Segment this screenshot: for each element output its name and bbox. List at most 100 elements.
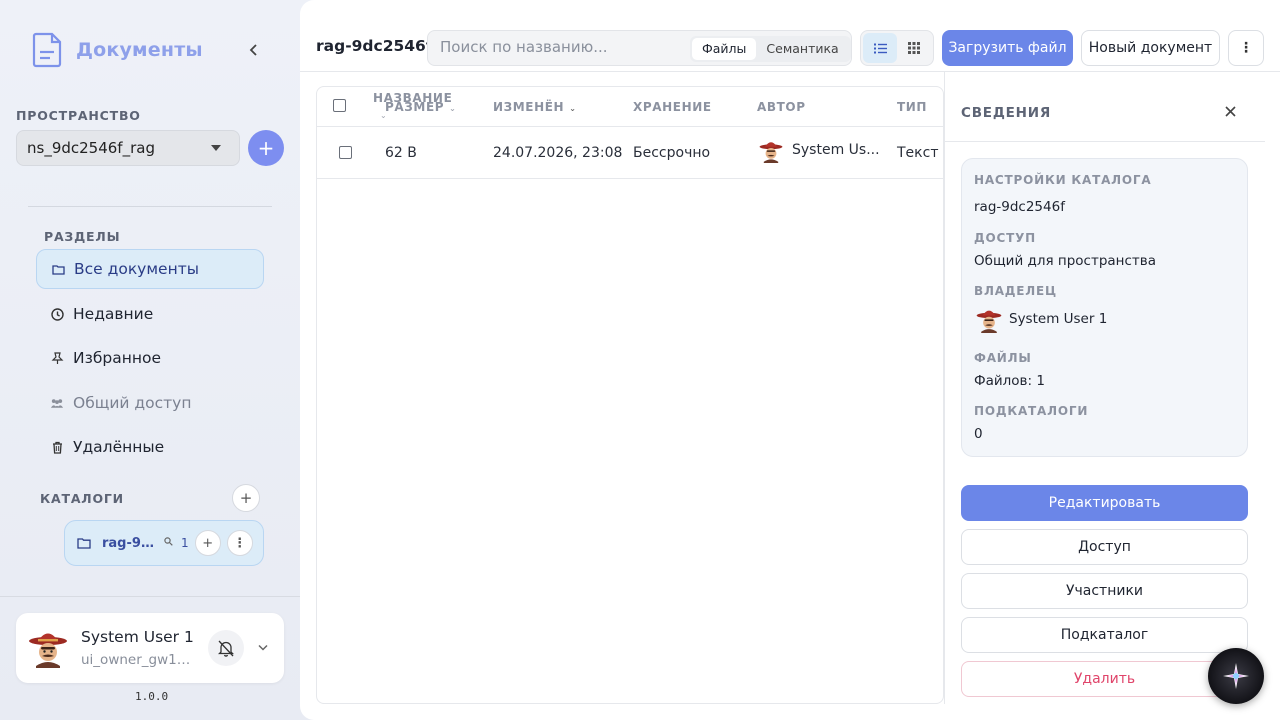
user-card[interactable]: System User 1 ui_owner_gw1@example.com: [16, 613, 284, 683]
members-button[interactable]: Участники: [961, 573, 1248, 609]
access-button[interactable]: Доступ: [961, 529, 1248, 565]
details-panel: СВЕДЕНИЯ НАСТРОЙКИ КАТАЛОГА rag-9dc2546f…: [944, 72, 1280, 704]
pin-icon: [50, 351, 64, 365]
owner-label: ВЛАДЕЛЕЦ: [974, 284, 1057, 298]
toolbar: rag-9dc2546f Файлы Семантика: [300, 0, 1280, 72]
catalog-count: 1: [181, 536, 189, 550]
search-icon: [164, 537, 173, 549]
close-details-button[interactable]: [1225, 102, 1236, 122]
space-select[interactable]: ns_9dc2546f_rag: [16, 130, 240, 166]
catalog-info-card: НАСТРОЙКИ КАТАЛОГА rag-9dc2546f ДОСТУП О…: [961, 158, 1248, 457]
more-vertical-icon: ⋮: [1239, 40, 1253, 56]
list-view-button[interactable]: [863, 33, 897, 63]
plus-icon: +: [257, 136, 275, 160]
space-label: ПРОСТРАНСТВО: [16, 108, 141, 123]
divider: [0, 596, 300, 597]
subcatalogs-label: ПОДКАТАЛОГИ: [974, 404, 1089, 418]
catalog-item[interactable]: rag-9dc2546f 1 + ⋮: [64, 520, 264, 566]
column-header-modified[interactable]: ИЗМЕНЁН ⌄: [493, 100, 577, 114]
grid-view-button[interactable]: [897, 33, 931, 63]
cell-modified: 24.07.2026, 23:08: [493, 145, 623, 161]
view-toggle: [860, 30, 934, 66]
add-space-button[interactable]: +: [248, 130, 284, 166]
sidebar-item-deleted[interactable]: Удалённые: [36, 427, 264, 467]
cell-size: 62 B: [385, 145, 417, 161]
catalog-name: rag-9dc2546f: [102, 535, 154, 551]
column-header-type[interactable]: ТИП: [897, 100, 927, 114]
avatar: [29, 633, 67, 668]
cell-author: System Us...: [792, 142, 880, 158]
main-panel: rag-9dc2546f Файлы Семантика: [300, 0, 1280, 720]
row-checkbox[interactable]: [339, 146, 352, 159]
search-box: Файлы Семантика: [427, 30, 852, 66]
search-input[interactable]: [440, 38, 680, 56]
files-value: Файлов: 1: [974, 373, 1045, 389]
app-title: Документы: [76, 39, 203, 61]
assistant-fab-button[interactable]: [1208, 648, 1264, 704]
sidebar: Документы ПРОСТРАНСТВО ns_9dc2546f_rag +…: [0, 0, 300, 720]
search-mode-semantic[interactable]: Семантика: [756, 38, 848, 60]
column-header-size[interactable]: РАЗМЕР ⌄: [385, 100, 456, 114]
upload-file-button[interactable]: Загрузить файл: [942, 30, 1073, 66]
sort-icon: ⌄: [449, 104, 457, 113]
column-header-label: РАЗМЕР: [385, 100, 445, 114]
owner-value: System User 1: [1009, 311, 1108, 327]
sidebar-item-shared[interactable]: Общий доступ: [36, 383, 264, 423]
sidebar-item-label: Избранное: [73, 349, 162, 367]
access-label: ДОСТУП: [974, 231, 1036, 245]
column-header-storage[interactable]: ХРАНЕНИЕ: [633, 100, 712, 114]
edit-button[interactable]: Редактировать: [961, 485, 1248, 521]
plus-icon: +: [239, 489, 253, 507]
sidebar-item-all-documents[interactable]: Все документы: [36, 249, 264, 289]
sidebar-item-label: Все документы: [74, 260, 199, 278]
cell-type: Текст: [897, 145, 939, 161]
catalogs-label: КАТАЛОГИ: [40, 491, 124, 506]
space-select-value: ns_9dc2546f_rag: [27, 139, 155, 157]
search-mode-toggle: Файлы Семантика: [690, 36, 851, 62]
divider: [28, 206, 272, 207]
add-subcatalog-button[interactable]: +: [194, 530, 221, 556]
avatar: [976, 310, 1002, 333]
clock-icon: [50, 307, 64, 321]
grid-icon: [908, 42, 920, 54]
subcatalog-button[interactable]: Подкаталог: [961, 617, 1248, 653]
folder-icon: [51, 262, 65, 276]
close-icon: [1225, 106, 1236, 117]
settings-label: НАСТРОЙКИ КАТАЛОГА: [974, 173, 1152, 187]
trash-icon: [50, 440, 64, 454]
access-value: Общий для пространства: [974, 253, 1157, 269]
catalog-menu-button[interactable]: ⋮: [226, 530, 253, 556]
search-mode-files[interactable]: Файлы: [692, 38, 757, 60]
more-vertical-icon: ⋮: [233, 535, 247, 551]
table-row[interactable]: 62 B 24.07.2026, 23:08 Бессрочно System …: [317, 127, 943, 179]
app-logo[interactable]: Документы: [30, 32, 203, 68]
add-catalog-button[interactable]: +: [232, 484, 260, 512]
bell-off-icon: [218, 640, 234, 657]
folder-icon: [77, 536, 93, 550]
sidebar-item-recent[interactable]: Недавние: [36, 294, 264, 334]
documents-table: НАЗВАНИЕ ⌄ РАЗМЕР ⌄ ИЗМЕНЁН ⌄ ХРАНЕНИЕ АВТ…: [316, 86, 944, 704]
new-document-button[interactable]: Новый документ: [1081, 30, 1220, 66]
more-actions-button[interactable]: ⋮: [1228, 30, 1264, 66]
chevron-down-icon[interactable]: [258, 640, 268, 654]
breadcrumb: rag-9dc2546f: [316, 37, 433, 55]
user-info: System User 1 ui_owner_gw1@example.com: [81, 628, 194, 668]
cell-storage: Бессрочно: [633, 145, 711, 161]
delete-button[interactable]: Удалить: [961, 661, 1248, 697]
sidebar-item-label: Удалённые: [73, 438, 165, 456]
sidebar-item-label: Общий доступ: [73, 394, 192, 412]
column-header-author[interactable]: АВТОР: [757, 100, 806, 114]
user-name: System User 1: [81, 628, 194, 646]
people-icon: [50, 396, 64, 410]
app-version: 1.0.0: [135, 690, 169, 703]
column-header-label: ИЗМЕНЁН: [493, 100, 565, 114]
notifications-button[interactable]: [208, 630, 244, 666]
chevron-left-icon: [249, 44, 257, 56]
subcatalogs-value: 0: [974, 426, 983, 442]
list-icon: [873, 43, 887, 53]
divider: [945, 141, 1265, 142]
table-header: НАЗВАНИЕ ⌄ РАЗМЕР ⌄ ИЗМЕНЁН ⌄ ХРАНЕНИЕ АВТ…: [317, 87, 943, 127]
collapse-sidebar-button[interactable]: [244, 40, 264, 60]
select-all-checkbox[interactable]: [333, 99, 346, 112]
sidebar-item-favorites[interactable]: Избранное: [36, 338, 264, 378]
